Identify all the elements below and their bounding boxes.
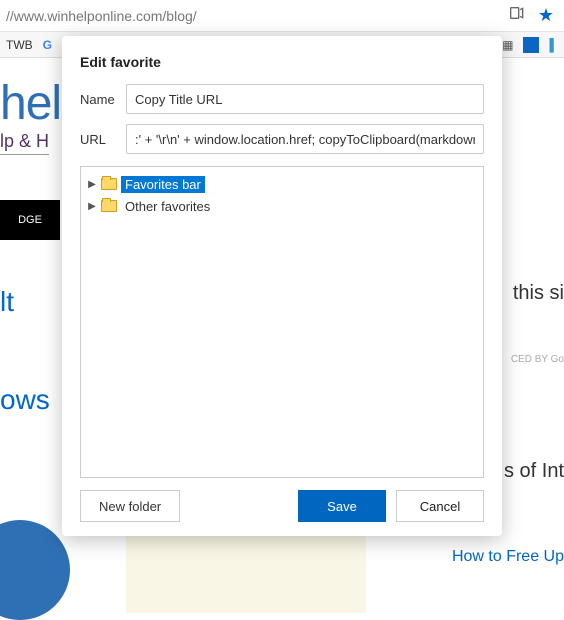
chrome-icon-group: ★ xyxy=(498,5,564,26)
name-row: Name xyxy=(80,84,484,114)
linkedin-icon[interactable] xyxy=(523,37,539,53)
bg-text-ows: ows xyxy=(0,384,50,416)
name-input[interactable] xyxy=(126,84,484,114)
read-aloud-icon[interactable] xyxy=(508,5,524,26)
tree-label: Favorites bar xyxy=(121,176,205,193)
nav-fragment: DGE xyxy=(0,200,60,240)
sidebar-sof-fragment: s of Int xyxy=(504,460,564,483)
tree-item-other-favorites[interactable]: ▶ Other favorites xyxy=(87,195,477,217)
tree-item-favorites-bar[interactable]: ▶ Favorites bar xyxy=(87,173,477,195)
sidebar-search-fragment: this si xyxy=(513,282,564,305)
folder-tree[interactable]: ▶ Favorites bar ▶ Other favorites xyxy=(80,166,484,478)
bookmark-google[interactable]: G xyxy=(43,38,52,52)
bookmarks-right: ▦ ▌ xyxy=(502,37,558,53)
name-label: Name xyxy=(80,92,126,107)
url-label: URL xyxy=(80,132,126,147)
sidebar-freeup-link[interactable]: How to Free Up xyxy=(452,548,564,566)
cancel-button[interactable]: Cancel xyxy=(396,490,484,522)
tree-expand-icon[interactable]: ▶ xyxy=(87,201,97,212)
bg-circle xyxy=(0,520,70,620)
url-input[interactable] xyxy=(126,124,484,154)
dialog-title: Edit favorite xyxy=(80,54,484,70)
bookmark-twb[interactable]: TWB xyxy=(6,38,33,52)
bg-text-lt: lt xyxy=(0,286,14,318)
new-folder-button[interactable]: New folder xyxy=(80,490,180,522)
bookmark-extra-icon[interactable]: ▌ xyxy=(549,38,558,52)
tree-expand-icon[interactable]: ▶ xyxy=(87,179,97,190)
logo-small: lp & H xyxy=(0,131,49,155)
favorite-star-icon[interactable]: ★ xyxy=(538,5,554,26)
tree-label: Other favorites xyxy=(121,198,214,215)
folder-icon xyxy=(101,200,117,212)
sidebar-enhanced-fragment: CED BY Go xyxy=(511,354,564,365)
dialog-footer: New folder Save Cancel xyxy=(80,490,484,522)
address-bar-row: //www.winhelponline.com/blog/ ★ xyxy=(0,0,564,32)
folder-icon xyxy=(101,178,117,190)
edit-favorite-dialog: Edit favorite Name URL ▶ Favorites bar ▶… xyxy=(62,36,502,536)
url-text: //www.winhelponline.com/blog/ xyxy=(6,8,197,24)
bookmark-grid-icon[interactable]: ▦ xyxy=(502,38,513,52)
address-bar[interactable]: //www.winhelponline.com/blog/ xyxy=(0,8,498,24)
url-row: URL xyxy=(80,124,484,154)
save-button[interactable]: Save xyxy=(298,490,386,522)
bg-thumbnails xyxy=(126,533,366,613)
